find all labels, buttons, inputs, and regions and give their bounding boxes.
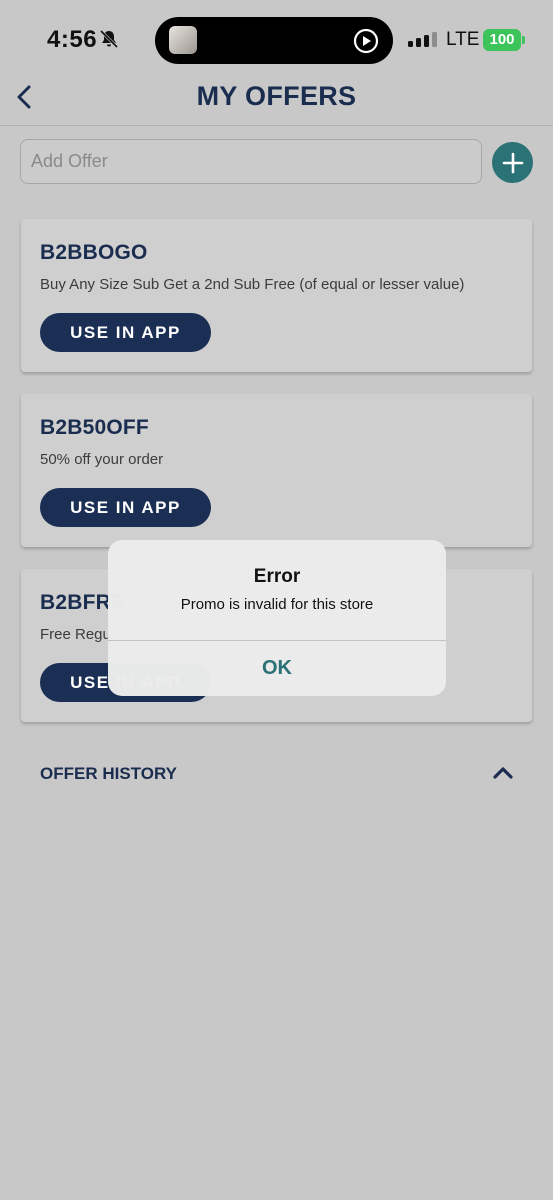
offer-description: Buy Any Size Sub Get a 2nd Sub Free (of … bbox=[40, 276, 465, 293]
offer-description: 50% off your order bbox=[40, 451, 164, 468]
offer-card: B2BBOGO Buy Any Size Sub Get a 2nd Sub F… bbox=[21, 219, 532, 372]
header-divider bbox=[0, 125, 553, 126]
network-type: LTE bbox=[446, 29, 480, 50]
status-time: 4:56 bbox=[47, 26, 98, 53]
offer-card: B2B50OFF 50% off your order USE IN APP bbox=[21, 394, 532, 547]
plus-icon bbox=[502, 152, 523, 173]
offer-code: B2B50OFF bbox=[40, 416, 149, 439]
add-offer-button[interactable] bbox=[492, 142, 533, 183]
add-offer-input[interactable] bbox=[20, 139, 482, 184]
cellular-signal-icon bbox=[408, 32, 437, 47]
chevron-up-icon[interactable] bbox=[492, 764, 514, 780]
alert-message: Promo is invalid for this store bbox=[180, 596, 374, 613]
now-playing-thumbnail bbox=[169, 26, 197, 54]
play-icon bbox=[353, 28, 379, 54]
bell-muted-icon bbox=[99, 29, 119, 49]
alert-ok-button[interactable]: OK bbox=[108, 641, 446, 696]
error-alert-dialog: Error Promo is invalid for this store OK bbox=[108, 540, 446, 696]
use-in-app-button[interactable]: USE IN APP bbox=[40, 488, 211, 527]
status-bar: 4:56 LTE 100 bbox=[0, 0, 553, 80]
battery-icon: 100 bbox=[483, 29, 521, 51]
dynamic-island[interactable] bbox=[155, 17, 393, 64]
battery-nub bbox=[522, 36, 525, 44]
alert-title: Error bbox=[253, 566, 301, 587]
offer-code: B2BBOGO bbox=[40, 241, 148, 264]
use-in-app-button[interactable]: USE IN APP bbox=[40, 313, 211, 352]
offer-history-toggle[interactable]: OFFER HISTORY bbox=[40, 764, 177, 784]
page-title: MY OFFERS bbox=[196, 81, 357, 111]
offer-description: Free Regu bbox=[40, 626, 111, 643]
